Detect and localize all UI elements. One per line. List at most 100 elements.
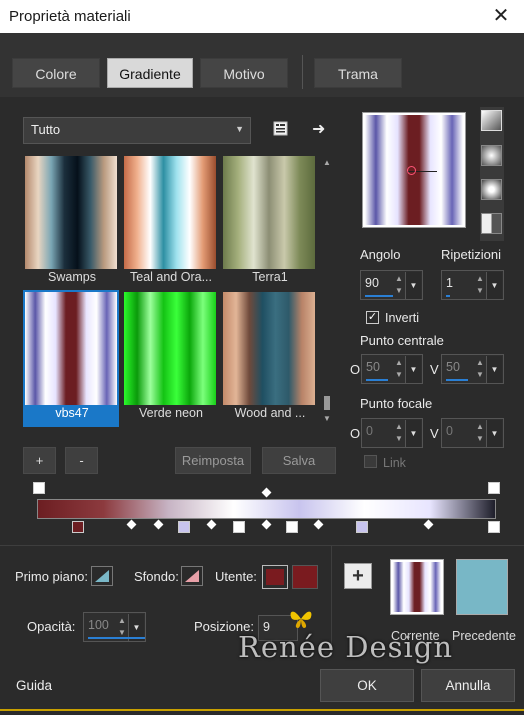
stepper-arrows-icon[interactable]: ▲ ▼ (473, 357, 487, 382)
user-swatch-2[interactable] (292, 565, 318, 589)
chevron-down-icon[interactable]: ▼ (486, 272, 502, 299)
midpoint-diamond[interactable] (261, 487, 272, 498)
arrow-right-icon[interactable]: ➜ (312, 119, 330, 138)
gradient-tile[interactable]: Wood and ... (221, 290, 317, 427)
color-stop-marker[interactable] (286, 521, 298, 533)
tab-gradiente[interactable]: Gradiente (107, 58, 193, 88)
color-stop-marker[interactable] (233, 521, 245, 533)
gradient-tile[interactable]: Terra1 (221, 154, 317, 291)
focal-o-label: O (350, 426, 361, 441)
previous-swatch[interactable] (456, 559, 508, 615)
opacity-stepper[interactable]: 100 ▲ ▼ ▼ (83, 612, 146, 642)
footer-bar: Guida OK Annulla (0, 666, 524, 710)
user-swatch-1[interactable] (262, 565, 288, 589)
add-gradient-button[interactable]: + (23, 447, 56, 474)
center-handle[interactable] (407, 166, 416, 175)
midpoint-diamond[interactable] (126, 519, 137, 530)
midpoint-diamond[interactable] (261, 519, 272, 530)
chevron-down-icon[interactable]: ▼ (486, 356, 502, 383)
help-link[interactable]: Guida (16, 678, 52, 693)
invert-checkbox[interactable]: ✓ (366, 311, 379, 324)
gradient-library-icon[interactable] (272, 120, 290, 138)
midpoint-diamond[interactable] (313, 519, 324, 530)
current-swatch-fill (393, 562, 441, 612)
center-o-label: O (350, 362, 361, 377)
color-stop-marker[interactable] (356, 521, 368, 533)
tiles-scrollbar[interactable]: ▲ ▼ (320, 156, 334, 426)
tab-colore[interactable]: Colore (12, 58, 100, 88)
chevron-down-icon[interactable]: ▼ (486, 420, 502, 447)
background-swatch[interactable] (181, 566, 203, 586)
category-dropdown[interactable]: Tutto ▼ (23, 117, 251, 144)
repeats-stepper[interactable]: 1 ▲ ▼ ▼ (441, 270, 504, 300)
close-icon[interactable]: ✕ (478, 0, 524, 33)
category-value: Tutto (31, 122, 61, 137)
tab-motivo[interactable]: Motivo (200, 58, 288, 88)
scroll-down-icon[interactable]: ▼ (323, 414, 331, 423)
gradient-editor-bar[interactable] (37, 499, 496, 519)
center-v-stepper[interactable]: 50 ▲ ▼ ▼ (441, 354, 504, 384)
gradient-tile-selected[interactable]: vbs47 (23, 290, 119, 427)
gradient-preview[interactable] (362, 112, 466, 228)
stepper-arrows-icon[interactable]: ▲ ▼ (392, 421, 406, 446)
gradient-name: Wood and ... (234, 406, 306, 420)
midpoint-diamond[interactable] (206, 519, 217, 530)
stepper-arrows-icon[interactable]: ▲ ▼ (392, 357, 406, 382)
stepper-arrows-icon[interactable]: ▲ ▼ (473, 273, 487, 298)
color-stop-marker[interactable] (488, 521, 500, 533)
angle-label: Angolo (360, 247, 401, 262)
save-button[interactable]: Salva (262, 447, 336, 474)
reset-button[interactable]: Reimposta (175, 447, 251, 474)
ok-button[interactable]: OK (320, 669, 414, 702)
center-v-level-bar (446, 379, 468, 381)
gradient-swatch (223, 156, 315, 269)
focal-o-stepper[interactable]: 0 ▲ ▼ ▼ (361, 418, 423, 448)
window-title: Proprietà materiali (9, 8, 131, 25)
link-label: Link (383, 456, 406, 470)
opacity-level-bar (88, 637, 145, 639)
tab-separator (302, 55, 303, 89)
color-stop-marker[interactable] (178, 521, 190, 533)
remove-gradient-button[interactable]: - (65, 447, 98, 474)
focal-v-stepper[interactable]: 0 ▲ ▼ ▼ (441, 418, 504, 448)
repeats-label: Ripetizioni (441, 247, 501, 262)
focal-point-label: Punto focale (360, 396, 433, 411)
chevron-down-icon[interactable]: ▼ (405, 356, 421, 383)
stepper-arrows-icon[interactable]: ▲ ▼ (392, 273, 406, 298)
gradient-name: Teal and Ora... (130, 270, 212, 284)
angle-stepper[interactable]: 90 ▲ ▼ ▼ (360, 270, 423, 300)
sunburst-style-icon[interactable] (481, 213, 502, 234)
center-o-stepper[interactable]: 50 ▲ ▼ ▼ (361, 354, 423, 384)
chevron-down-icon[interactable]: ▼ (405, 420, 421, 447)
radial-style-icon[interactable] (481, 179, 502, 200)
rectangular-style-icon[interactable] (481, 145, 502, 166)
chevron-down-icon[interactable]: ▼ (405, 272, 421, 299)
foreground-swatch[interactable] (91, 566, 113, 586)
stepper-arrows-icon[interactable]: ▲ ▼ (473, 421, 487, 446)
cancel-button[interactable]: Annulla (421, 669, 515, 702)
link-checkbox[interactable] (364, 455, 377, 468)
current-swatch[interactable] (390, 559, 444, 615)
start-stop-marker[interactable] (33, 482, 45, 494)
gradient-swatch (124, 292, 216, 405)
gradient-tile[interactable]: Verde neon (122, 290, 218, 427)
user-label: Utente: (215, 569, 257, 584)
gradient-tile[interactable]: Teal and Ora... (122, 154, 218, 291)
gradient-style-column (480, 107, 504, 241)
add-swatch-button[interactable]: + (344, 563, 372, 589)
color-stop-marker[interactable] (72, 521, 84, 533)
gradient-swatch (223, 292, 315, 405)
gradient-name: Swamps (48, 270, 96, 284)
gradient-name: Terra1 (252, 270, 288, 284)
gradient-swatch (25, 156, 117, 269)
end-stop-marker[interactable] (488, 482, 500, 494)
repeats-level-bar (446, 295, 450, 297)
scroll-up-icon[interactable]: ▲ (323, 158, 331, 167)
tab-trama[interactable]: Trama (314, 58, 402, 88)
midpoint-diamond[interactable] (153, 519, 164, 530)
linear-style-icon[interactable] (481, 110, 502, 131)
center-o-value: 50 (366, 360, 380, 374)
gradient-tile[interactable]: Swamps (23, 154, 119, 291)
midpoint-diamond[interactable] (423, 519, 434, 530)
scroll-thumb[interactable] (324, 396, 330, 410)
